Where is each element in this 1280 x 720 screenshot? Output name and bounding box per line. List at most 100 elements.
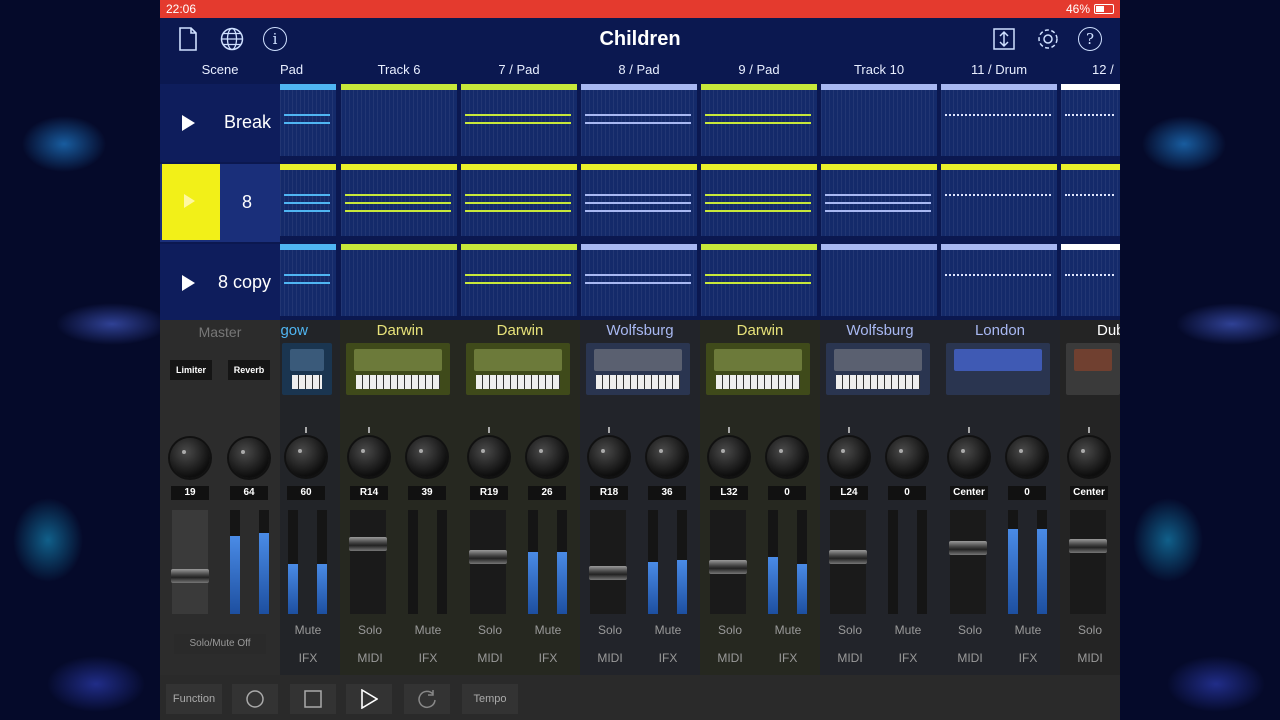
- clip-slot[interactable]: [821, 84, 937, 156]
- solo-mute-off-button[interactable]: Solo/Mute Off: [174, 634, 266, 654]
- solo-button[interactable]: Solo: [348, 620, 392, 640]
- track-header[interactable]: 7 / Pad: [460, 62, 578, 77]
- fader-handle[interactable]: [1069, 539, 1107, 553]
- instrument-image[interactable]: [1066, 343, 1120, 395]
- reverb-button[interactable]: Reverb: [228, 360, 270, 380]
- mute-button[interactable]: Mute: [1006, 620, 1050, 640]
- instrument-image[interactable]: [946, 343, 1050, 395]
- function-button[interactable]: Function: [166, 684, 222, 714]
- clip-slot[interactable]: [701, 84, 817, 156]
- clip-slot[interactable]: [1061, 244, 1120, 316]
- instrument-image[interactable]: [282, 343, 332, 395]
- clip-slot[interactable]: [341, 84, 457, 156]
- channel-name[interactable]: gow: [220, 322, 308, 339]
- clip-slot[interactable]: [341, 164, 457, 236]
- clip-slot[interactable]: [581, 164, 697, 236]
- solo-button[interactable]: Solo: [828, 620, 872, 640]
- solo-button[interactable]: Solo: [708, 620, 752, 640]
- clip-slot[interactable]: [581, 84, 697, 156]
- channel-name[interactable]: Wolfsburg: [820, 322, 940, 339]
- send-knob[interactable]: [527, 437, 567, 477]
- track-header[interactable]: Track 10: [820, 62, 938, 77]
- scene-play-icon[interactable]: [182, 275, 195, 291]
- clip-slot[interactable]: [1061, 164, 1120, 236]
- fader-handle[interactable]: [469, 550, 507, 564]
- mute-button[interactable]: Mute: [646, 620, 690, 640]
- pan-knob[interactable]: [349, 437, 389, 477]
- scene-play-icon[interactable]: [182, 115, 195, 131]
- pan-knob[interactable]: [589, 437, 629, 477]
- clip-slot[interactable]: [341, 244, 457, 316]
- channel-name[interactable]: Dub: [1097, 322, 1120, 339]
- clip-slot[interactable]: [581, 244, 697, 316]
- send-knob[interactable]: [407, 437, 447, 477]
- fader-handle[interactable]: [829, 550, 867, 564]
- gear-icon[interactable]: [1035, 26, 1061, 52]
- help-icon[interactable]: ?: [1078, 27, 1102, 51]
- fader-handle[interactable]: [589, 566, 627, 580]
- pan-knob[interactable]: [709, 437, 749, 477]
- mute-button[interactable]: Mute: [406, 620, 450, 640]
- loop-icon[interactable]: [404, 684, 450, 714]
- send-knob[interactable]: [767, 437, 807, 477]
- midi-button[interactable]: MIDI: [348, 648, 392, 668]
- clip-slot[interactable]: [461, 84, 577, 156]
- solo-button[interactable]: Solo: [468, 620, 512, 640]
- pan-knob[interactable]: [286, 437, 326, 477]
- fader-handle[interactable]: [949, 541, 987, 555]
- record-icon[interactable]: [232, 684, 278, 714]
- clip-slot[interactable]: [941, 244, 1057, 316]
- send-knob[interactable]: [647, 437, 687, 477]
- clip-slot[interactable]: [1061, 84, 1120, 156]
- track-header[interactable]: 8 / Pad: [580, 62, 698, 77]
- midi-button[interactable]: MIDI: [948, 648, 992, 668]
- instrument-image[interactable]: [706, 343, 810, 395]
- track-header[interactable]: Pad: [280, 62, 310, 77]
- scene-row-8[interactable]: 8: [160, 164, 280, 242]
- stop-icon[interactable]: [290, 684, 336, 714]
- ifx-button[interactable]: IFX: [406, 648, 450, 668]
- channel-name[interactable]: Darwin: [700, 322, 820, 339]
- solo-button[interactable]: Solo: [1068, 620, 1112, 640]
- pan-knob[interactable]: [949, 437, 989, 477]
- instrument-image[interactable]: [586, 343, 690, 395]
- pan-knob[interactable]: [469, 437, 509, 477]
- midi-button[interactable]: MIDI: [1068, 648, 1112, 668]
- export-icon[interactable]: [992, 27, 1016, 51]
- ifx-button[interactable]: IFX: [886, 648, 930, 668]
- mute-button[interactable]: Mute: [766, 620, 810, 640]
- solo-button[interactable]: Solo: [948, 620, 992, 640]
- clip-slot[interactable]: [701, 244, 817, 316]
- instrument-image[interactable]: [466, 343, 570, 395]
- channel-name[interactable]: Darwin: [340, 322, 460, 339]
- ifx-button[interactable]: IFX: [1006, 648, 1050, 668]
- track-header[interactable]: 12 /: [1092, 62, 1120, 77]
- track-header[interactable]: 11 / Drum: [940, 62, 1058, 77]
- midi-button[interactable]: MIDI: [828, 648, 872, 668]
- midi-button[interactable]: MIDI: [708, 648, 752, 668]
- mute-button[interactable]: Mute: [286, 620, 330, 640]
- solo-button[interactable]: Solo: [588, 620, 632, 640]
- clip-slot[interactable]: [941, 84, 1057, 156]
- scene-play-button-active[interactable]: [162, 164, 220, 240]
- clip-slot[interactable]: [821, 164, 937, 236]
- send-knob[interactable]: [887, 437, 927, 477]
- track-header[interactable]: Track 6: [340, 62, 458, 77]
- pan-knob[interactable]: [829, 437, 869, 477]
- instrument-image[interactable]: [826, 343, 930, 395]
- clip-slot[interactable]: [821, 244, 937, 316]
- tempo-button[interactable]: Tempo: [462, 684, 518, 714]
- clip-slot[interactable]: [280, 164, 336, 236]
- mute-button[interactable]: Mute: [886, 620, 930, 640]
- fader-handle[interactable]: [709, 560, 747, 574]
- clip-slot[interactable]: [941, 164, 1057, 236]
- clip-slot[interactable]: [461, 164, 577, 236]
- midi-button[interactable]: MIDI: [588, 648, 632, 668]
- ifx-button[interactable]: IFX: [286, 648, 330, 668]
- master-knob[interactable]: [229, 438, 269, 478]
- pan-knob[interactable]: [1069, 437, 1109, 477]
- limiter-button[interactable]: Limiter: [170, 360, 212, 380]
- ifx-button[interactable]: IFX: [526, 648, 570, 668]
- mute-button[interactable]: Mute: [526, 620, 570, 640]
- clip-slot[interactable]: [280, 84, 336, 156]
